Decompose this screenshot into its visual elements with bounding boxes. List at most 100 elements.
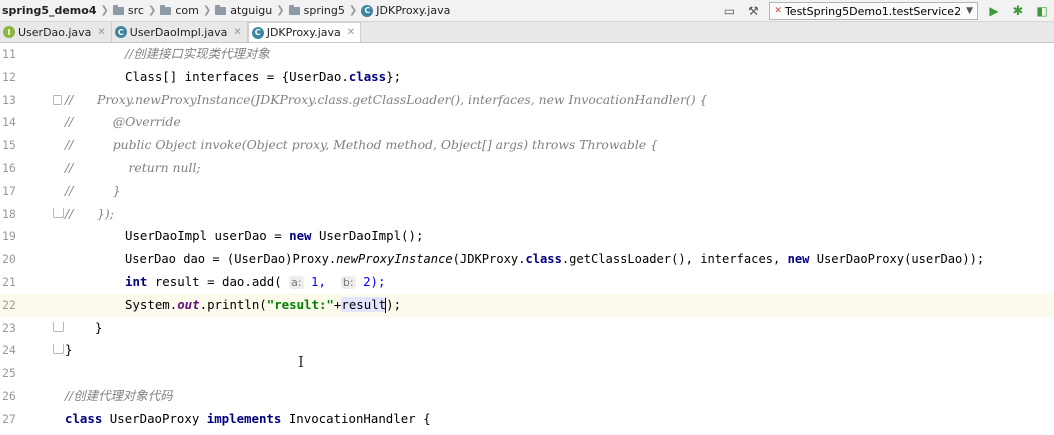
code-line: 24 }	[0, 339, 1054, 362]
fold-end-marker-icon[interactable]	[53, 207, 64, 218]
fold-end-marker-icon[interactable]	[53, 344, 64, 355]
comment: //创建接口实现类代理对象	[125, 46, 270, 61]
coverage-icon[interactable]: ◧	[1032, 1, 1052, 21]
chevron-right-icon: ❯	[276, 5, 285, 16]
folder-icon	[215, 4, 227, 15]
chevron-down-icon: ▼	[966, 6, 973, 16]
code-token: .getClassLoader(), interfaces,	[561, 252, 788, 267]
code-line: 23 }	[0, 317, 1054, 340]
highlighted-variable: result	[341, 296, 387, 312]
comment: //创建代理对象代码	[65, 388, 173, 403]
code-line: 11 //创建接口实现类代理对象	[0, 43, 1054, 66]
keyword: class	[348, 68, 387, 84]
comment: // Proxy.newProxyInstance(JDKProxy.class…	[65, 91, 708, 107]
code-line: 25	[0, 362, 1054, 385]
line-number: 11	[2, 47, 16, 61]
java-class-icon: C	[251, 26, 264, 39]
code-text: // public Object invoke(Object proxy, Me…	[65, 134, 658, 157]
code-token: InvocationHandler {	[281, 410, 431, 426]
static-method: newProxyInstance	[336, 252, 453, 267]
tab-label: JDKProxy.java	[266, 26, 341, 39]
fold-marker-icon[interactable]	[53, 94, 62, 105]
parameter-hint: a:	[289, 276, 304, 289]
code-text: Class[] interfaces = {UserDao.class};	[125, 66, 401, 89]
line-number: 20	[2, 252, 16, 267]
build-hammer-icon[interactable]: ⚒	[743, 1, 763, 21]
line-number: 25	[2, 366, 16, 381]
keyword: implements	[206, 410, 282, 426]
tab-userdao[interactable]: I UserDao.java ✕	[0, 22, 112, 42]
line-number: 15	[2, 138, 16, 153]
run-configuration-select[interactable]: ✕ TestSpring5Demo1.testService2 ▼	[769, 2, 978, 20]
code-text: // }	[65, 180, 121, 203]
keyword: class	[65, 410, 103, 426]
code-line-current: 22 System.out.println("result:"+result);	[0, 293, 1054, 317]
code-token: Class[] interfaces = {UserDao.	[125, 68, 349, 84]
project-structure-icon[interactable]: ▭	[719, 1, 739, 21]
code-token: UserDaoProxy(userDao));	[809, 252, 985, 267]
parameter-hint: b:	[340, 276, 356, 289]
line-number: 12	[2, 69, 16, 84]
code-line: 15 // public Object invoke(Object proxy,…	[0, 134, 1054, 157]
chevron-right-icon: ❯	[147, 5, 157, 16]
breadcrumb-label: JDKProxy.java	[376, 4, 451, 17]
java-class-icon: C	[361, 4, 374, 17]
code-text: // Proxy.newProxyInstance(JDKProxy.class…	[65, 89, 707, 112]
folder-icon	[160, 4, 172, 15]
breadcrumb-file[interactable]: C JDKProxy.java	[361, 4, 450, 17]
run-configuration-label: TestSpring5Demo1.testService2	[784, 4, 962, 18]
code-text: System.out.println("result:"+result);	[125, 294, 401, 317]
folder-icon	[288, 4, 300, 15]
line-number: 16	[2, 161, 16, 175]
code-line: 14 // @Override	[0, 111, 1054, 134]
line-number: 18	[2, 206, 16, 221]
code-token: };	[386, 68, 402, 84]
code-text: int result = dao.add( a: 1, b: 2);	[125, 271, 385, 295]
breadcrumb-com[interactable]: com	[160, 4, 199, 17]
code-text: UserDaoImpl userDao = new UserDaoImpl();	[125, 225, 423, 248]
code-line: 19 UserDaoImpl userDao = new UserDaoImpl…	[0, 225, 1054, 248]
chevron-right-icon: ❯	[202, 5, 212, 16]
code-text: UserDao dao = (UserDao)Proxy.newProxyIns…	[125, 248, 984, 271]
close-icon[interactable]: ✕	[347, 27, 355, 38]
run-icon[interactable]: ▶	[984, 1, 1004, 21]
line-number: 24	[2, 343, 16, 358]
breadcrumb-project[interactable]: spring5_demo4	[2, 4, 96, 17]
breadcrumb-label: spring5	[303, 4, 345, 17]
tab-label: UserDaoImpl.java	[129, 25, 228, 39]
string-literal: "result:"	[266, 296, 334, 312]
code-token: UserDao dao = (UserDao)Proxy.	[125, 252, 337, 267]
debug-icon[interactable]: ✱	[1008, 1, 1028, 21]
code-text: //创建接口实现类代理对象	[125, 43, 270, 66]
fold-end-marker-icon[interactable]	[53, 321, 64, 332]
line-number: 17	[2, 183, 16, 198]
code-text: class UserDaoProxy implements Invocation…	[65, 408, 431, 431]
close-icon[interactable]: ✕	[233, 27, 241, 38]
line-number: 27	[2, 411, 16, 426]
tab-jdkproxy[interactable]: C JDKProxy.java ✕	[247, 22, 362, 42]
comment: // });	[65, 205, 114, 221]
code-token: UserDaoImpl userDao =	[125, 228, 290, 244]
breadcrumb-src[interactable]: src	[112, 4, 144, 17]
code-line: 16 // return null;	[0, 157, 1054, 180]
code-line: 20 UserDao dao = (UserDao)Proxy.newProxy…	[0, 248, 1054, 271]
breadcrumb-label: atguigu	[230, 4, 273, 17]
breadcrumb-spring5[interactable]: spring5	[288, 4, 345, 17]
close-icon[interactable]: ✕	[97, 27, 105, 38]
code-token: .println(	[199, 296, 267, 312]
code-token: (JDKProxy.	[452, 252, 526, 267]
chevron-right-icon: ❯	[348, 5, 358, 16]
chevron-right-icon: ❯	[100, 5, 109, 16]
comment: // }	[65, 182, 121, 198]
code-editor[interactable]: 11 //创建接口实现类代理对象 12 Class[] interfaces =…	[0, 43, 1054, 435]
comment: // public Object invoke(Object proxy, Me…	[65, 137, 658, 153]
breadcrumb: spring5_demo4 ❯ src ❯ com ❯ atguigu ❯ sp…	[0, 0, 450, 22]
java-interface-icon: I	[3, 26, 15, 38]
code-line: 27 class UserDaoProxy implements Invocat…	[0, 408, 1054, 431]
code-line: 13 // Proxy.newProxyInstance(JDKProxy.cl…	[0, 89, 1054, 112]
tab-userdaoimpl[interactable]: C UserDaoImpl.java ✕	[112, 22, 248, 42]
breadcrumb-atguigu[interactable]: atguigu	[215, 4, 272, 17]
number-literal: 1,	[303, 274, 334, 289]
code-token: );	[386, 296, 402, 312]
static-field: out	[177, 296, 200, 312]
